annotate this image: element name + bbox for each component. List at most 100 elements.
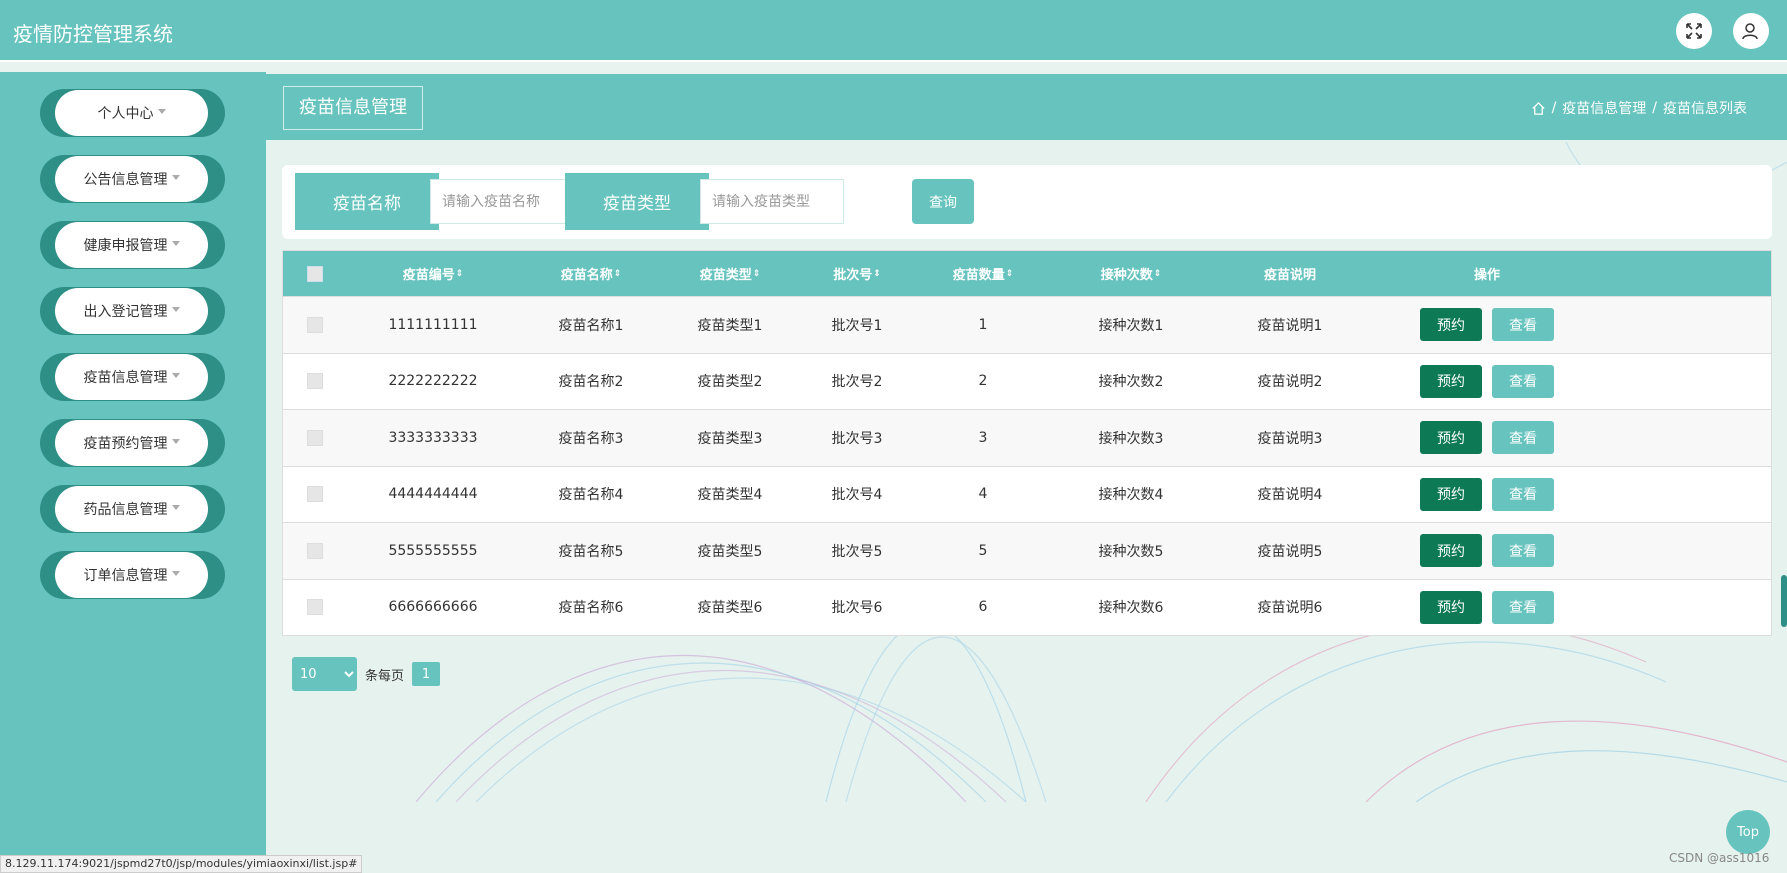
page-title: 疫苗信息管理: [283, 86, 423, 130]
row-checkbox[interactable]: [307, 316, 323, 333]
cell-description: 疫苗说明2: [1257, 374, 1323, 391]
cell-doses: 接种次数2: [1098, 374, 1164, 391]
view-button[interactable]: 查看: [1492, 421, 1554, 455]
book-button[interactable]: 预约: [1420, 421, 1482, 455]
table-row: 3333333333 疫苗名称3 疫苗类型3 批次号3 3 接种次数3 疫苗说明3 预约 查看: [283, 409, 1771, 466]
column-header-batch[interactable]: 批次号 ⇕: [797, 251, 917, 296]
table-row: 2222222222 疫苗名称2 疫苗类型2 批次号2 2 接种次数2 疫苗说明2 预约 查看: [283, 352, 1771, 410]
cell-code: 5555555555: [388, 542, 478, 559]
sidebar-item-label: 药品信息管理: [83, 502, 168, 518]
view-button[interactable]: 查看: [1492, 590, 1554, 624]
cell-type: 疫苗类型2: [697, 374, 763, 391]
sidebar-item-label: 健康申报管理: [83, 238, 168, 254]
row-checkbox[interactable]: [307, 542, 323, 559]
view-button[interactable]: 查看: [1492, 534, 1554, 568]
cell-quantity: 1: [978, 316, 988, 333]
column-header-type[interactable]: 疫苗类型 ⇕: [663, 251, 797, 296]
watermark: CSDN @ass1016: [1669, 851, 1770, 865]
search-panel: 疫苗名称 疫苗类型 查询: [282, 165, 1772, 239]
content-header: 疫苗信息管理 / 疫苗信息管理 / 疫苗信息列表: [266, 74, 1787, 140]
cell-code: 1111111111: [388, 316, 478, 333]
status-bar-url: 8.129.11.174:9021/jspmd27t0/jsp/modules/…: [0, 855, 363, 873]
cell-doses: 接种次数3: [1098, 430, 1164, 447]
cell-batch: 批次号3: [831, 430, 883, 447]
row-actions: 预约 查看: [1367, 523, 1607, 579]
sort-icon: ⇕: [752, 268, 761, 279]
sidebar-item-vaccine-booking[interactable]: 疫苗预约管理: [40, 419, 225, 467]
column-header-actions: 操作: [1473, 268, 1500, 283]
cell-name: 疫苗名称3: [558, 430, 624, 447]
caret-down-icon: [171, 372, 180, 378]
sidebar-item-medicine-info[interactable]: 药品信息管理: [40, 485, 225, 533]
user-menu-button[interactable]: [1733, 13, 1769, 49]
view-button[interactable]: 查看: [1492, 308, 1554, 342]
fullscreen-button[interactable]: [1676, 13, 1712, 49]
sort-icon: ⇕: [873, 268, 881, 279]
breadcrumb-separator: /: [1652, 100, 1657, 116]
breadcrumb: / 疫苗信息管理 / 疫苗信息列表: [1531, 98, 1747, 118]
table-row: 6666666666 疫苗名称6 疫苗类型6 批次号6 6 接种次数6 疫苗说明6 预约 查看: [283, 578, 1771, 636]
sidebar-item-label: 订单信息管理: [83, 568, 168, 584]
page-number-1[interactable]: 1: [412, 662, 441, 686]
column-header-name[interactable]: 疫苗名称 ⇕: [519, 251, 663, 296]
sidebar-item-health-report[interactable]: 健康申报管理: [40, 221, 225, 269]
row-actions: 预约 查看: [1367, 410, 1607, 466]
cell-code: 4444444444: [388, 486, 478, 503]
column-header-code[interactable]: 疫苗编号 ⇕: [347, 251, 519, 296]
column-header-quantity[interactable]: 疫苗数量 ⇕: [917, 251, 1049, 296]
sidebar-item-label: 疫苗信息管理: [83, 370, 168, 386]
per-page-label: 条每页: [365, 668, 405, 684]
sidebar-item-label: 个人中心: [97, 106, 154, 122]
cell-type: 疫苗类型4: [697, 487, 763, 504]
caret-down-icon: [171, 240, 180, 246]
column-header-doses[interactable]: 接种次数 ⇕: [1049, 251, 1213, 296]
vaccine-type-label: 疫苗类型: [565, 173, 709, 230]
cell-batch: 批次号5: [831, 543, 883, 560]
caret-down-icon: [157, 108, 166, 114]
sidebar: 个人中心 公告信息管理 健康申报管理 出入登记管理 疫苗信息管理 疫苗预约管理 …: [0, 72, 266, 873]
cell-doses: 接种次数5: [1098, 543, 1164, 560]
cell-name: 疫苗名称5: [558, 543, 624, 560]
sidebar-item-order-info[interactable]: 订单信息管理: [40, 551, 225, 599]
cell-description: 疫苗说明4: [1257, 487, 1323, 504]
cell-batch: 批次号1: [831, 317, 883, 334]
caret-down-icon: [171, 504, 180, 510]
back-to-top-button[interactable]: Top: [1726, 810, 1770, 854]
vaccine-table: 疫苗编号 ⇕ 疫苗名称 ⇕ 疫苗类型 ⇕ 批次号 ⇕ 疫苗数量 ⇕ 接种次数 ⇕ 疫苗说明 …: [282, 250, 1772, 636]
sidebar-item-announcement[interactable]: 公告信息管理: [40, 155, 225, 203]
sidebar-item-entry-exit[interactable]: 出入登记管理: [40, 287, 225, 335]
select-all-checkbox[interactable]: [307, 265, 323, 282]
cell-doses: 接种次数4: [1098, 487, 1164, 504]
book-button[interactable]: 预约: [1420, 534, 1482, 568]
cell-quantity: 5: [978, 542, 988, 559]
sidebar-item-vaccine-info[interactable]: 疫苗信息管理: [40, 353, 225, 401]
vaccine-name-input[interactable]: [430, 179, 574, 224]
book-button[interactable]: 预约: [1420, 364, 1482, 398]
book-button[interactable]: 预约: [1420, 308, 1482, 342]
cell-doses: 接种次数1: [1098, 317, 1164, 334]
book-button[interactable]: 预约: [1420, 477, 1482, 511]
row-checkbox[interactable]: [307, 429, 323, 446]
sidebar-item-personal-center[interactable]: 个人中心: [40, 89, 225, 137]
row-checkbox[interactable]: [307, 486, 323, 503]
cell-type: 疫苗类型1: [697, 317, 763, 334]
breadcrumb-item-vaccine-info[interactable]: 疫苗信息管理: [1562, 98, 1646, 118]
book-button[interactable]: 预约: [1420, 590, 1482, 624]
cell-quantity: 3: [978, 429, 988, 446]
view-button[interactable]: 查看: [1492, 477, 1554, 511]
search-button[interactable]: 查询: [912, 179, 974, 224]
table-row: 4444444444 疫苗名称4 疫苗类型4 批次号4 4 接种次数4 疫苗说明4 预约 查看: [283, 465, 1771, 523]
row-checkbox[interactable]: [307, 599, 323, 616]
view-button[interactable]: 查看: [1492, 364, 1554, 398]
row-checkbox[interactable]: [307, 373, 323, 390]
main-content: 疫苗信息管理 / 疫苗信息管理 / 疫苗信息列表 疫苗名称 疫苗类型 查询 疫苗…: [266, 72, 1787, 873]
cell-description: 疫苗说明1: [1257, 317, 1323, 334]
pagination: 10 条每页 1: [292, 657, 441, 691]
cell-quantity: 4: [978, 486, 988, 503]
home-icon[interactable]: [1531, 101, 1546, 116]
page-size-select[interactable]: 10: [292, 657, 357, 691]
cell-description: 疫苗说明3: [1257, 430, 1323, 447]
scrollbar-thumb[interactable]: [1781, 575, 1787, 627]
vaccine-type-input[interactable]: [700, 179, 844, 224]
row-actions: 预约 查看: [1367, 580, 1607, 636]
